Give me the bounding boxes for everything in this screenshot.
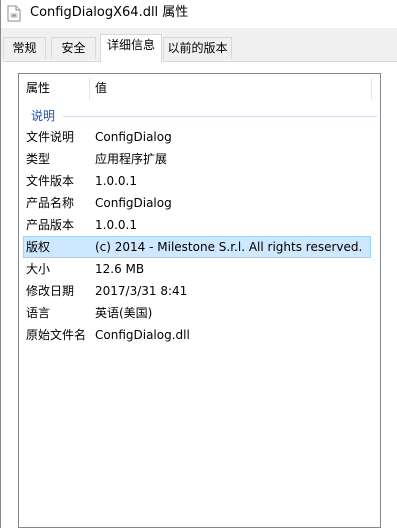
properties-dialog: ConfigDialogX64.dll 属性 常规 安全 详细信息 以前的版本 … xyxy=(0,0,397,528)
property-name: 文件说明 xyxy=(26,130,75,144)
tab-details[interactable]: 详细信息 xyxy=(100,34,162,62)
list-item[interactable]: 大小 12.6 MB xyxy=(19,258,380,280)
tab-security[interactable]: 安全 xyxy=(51,37,96,59)
tab-previous-versions[interactable]: 以前的版本 xyxy=(163,37,232,59)
property-name: 大小 xyxy=(26,262,51,276)
details-list[interactable]: 属性 值 说明 文件说明 ConfigDialog 类型 应用程序扩展 文件版本… xyxy=(18,73,381,528)
property-value: 12.6 MB xyxy=(95,262,145,276)
property-value: 2017/3/31 8:41 xyxy=(95,284,188,298)
column-divider[interactable] xyxy=(89,78,90,100)
property-value: 英语(美国) xyxy=(95,306,153,320)
property-value: 应用程序扩展 xyxy=(95,152,168,166)
details-panel: 属性 值 说明 文件说明 ConfigDialog 类型 应用程序扩展 文件版本… xyxy=(4,62,397,528)
tab-strip: 常规 安全 详细信息 以前的版本 xyxy=(1,28,397,62)
list-item[interactable]: 类型 应用程序扩展 xyxy=(19,148,380,170)
group-divider xyxy=(63,116,377,117)
property-name: 修改日期 xyxy=(26,284,75,298)
property-name: 类型 xyxy=(26,152,51,166)
property-value: 1.0.0.1 xyxy=(95,174,137,188)
title-bar[interactable]: ConfigDialogX64.dll 属性 xyxy=(1,0,397,28)
window-title: ConfigDialogX64.dll 属性 xyxy=(30,5,189,20)
group-header-description[interactable]: 说明 xyxy=(19,106,380,126)
property-name: 产品名称 xyxy=(26,196,75,210)
property-value: ConfigDialog xyxy=(95,196,172,210)
property-value: (c) 2014 - Milestone S.r.l. All rights r… xyxy=(95,240,363,254)
list-item[interactable]: 文件版本 1.0.0.1 xyxy=(19,170,380,192)
list-item[interactable]: 产品名称 ConfigDialog xyxy=(19,192,380,214)
group-label: 说明 xyxy=(31,109,56,123)
property-value: ConfigDialog xyxy=(95,130,172,144)
column-header-property[interactable]: 属性 xyxy=(26,74,50,102)
file-icon xyxy=(7,5,21,22)
list-header: 属性 值 xyxy=(19,74,380,104)
property-name: 原始文件名 xyxy=(26,328,87,342)
property-name: 版权 xyxy=(26,240,51,254)
property-name: 文件版本 xyxy=(26,174,75,188)
list-item[interactable]: 产品版本 1.0.0.1 xyxy=(19,214,380,236)
column-divider[interactable] xyxy=(371,78,372,100)
property-name: 产品版本 xyxy=(26,218,75,232)
list-item[interactable]: 修改日期 2017/3/31 8:41 xyxy=(19,280,380,302)
tab-general[interactable]: 常规 xyxy=(3,37,46,59)
property-value: 1.0.0.1 xyxy=(95,218,137,232)
property-name: 语言 xyxy=(26,306,51,320)
property-value: ConfigDialog.dll xyxy=(95,328,190,342)
list-item[interactable]: 原始文件名 ConfigDialog.dll xyxy=(19,324,380,346)
column-header-value[interactable]: 值 xyxy=(95,74,107,102)
list-item-selected[interactable]: 版权 (c) 2014 - Milestone S.r.l. All right… xyxy=(23,236,371,258)
list-item[interactable]: 文件说明 ConfigDialog xyxy=(19,126,380,148)
list-item[interactable]: 语言 英语(美国) xyxy=(19,302,380,324)
